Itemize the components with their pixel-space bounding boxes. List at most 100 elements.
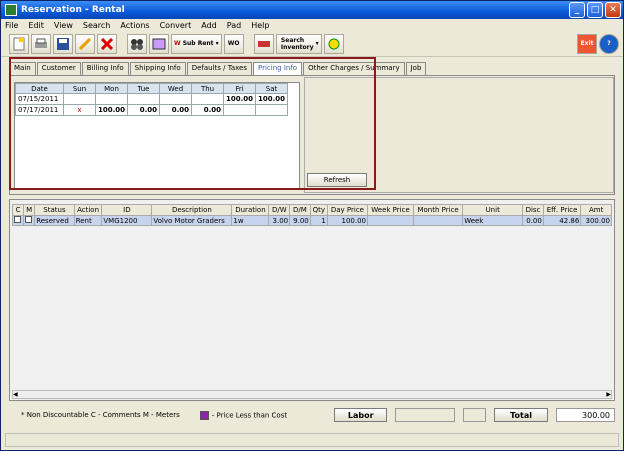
pricing-cell[interactable]: 0.00 <box>191 104 225 116</box>
title-bar: Reservation - Rental _ □ ✕ <box>1 1 623 19</box>
table-cell: 0.00 <box>522 215 544 226</box>
table-row[interactable]: Reserved Rent VMG1200 Volvo Motor Grader… <box>11 215 612 226</box>
pricing-cell[interactable]: x <box>63 104 96 116</box>
tab-main[interactable]: Main <box>9 62 36 75</box>
table-cell: 1w <box>231 215 270 226</box>
pricing-cell[interactable] <box>94 93 129 105</box>
col-header[interactable]: Action <box>73 204 103 216</box>
col-header[interactable]: Unit <box>462 204 524 216</box>
col-header[interactable]: D/W <box>268 204 291 216</box>
truck-icon[interactable] <box>253 33 274 54</box>
legend-text: * Non Discountable C - Comments M - Mete… <box>21 411 180 419</box>
col-header[interactable]: M <box>23 204 36 216</box>
pricing-table: Date Sun Mon Tue Wed Thu Fri Sat 07/15/2… <box>15 83 289 116</box>
sub-rent-button[interactable]: W Sub Rent ▾ <box>171 33 222 54</box>
tab-pricing-info[interactable]: Pricing Info <box>253 62 303 75</box>
tab-other-charges-summary[interactable]: Other Charges / Summary <box>303 62 405 75</box>
tab-customer[interactable]: Customer <box>36 62 81 75</box>
tab-shipping-info[interactable]: Shipping Info <box>129 62 186 75</box>
pricing-cell[interactable]: 07/17/2011 <box>15 104 64 116</box>
pricing-info-panel: Date Sun Mon Tue Wed Thu Fri Sat 07/15/2… <box>9 75 615 195</box>
print-icon[interactable] <box>31 33 51 54</box>
reservation-window: Reservation - Rental _ □ ✕ File Edit Vie… <box>0 0 624 451</box>
m-checkbox[interactable] <box>23 215 36 226</box>
pricing-cell[interactable] <box>159 93 193 105</box>
pricing-header-mon: Mon <box>94 83 129 94</box>
pricing-cell[interactable] <box>255 104 289 116</box>
col-header[interactable]: Disc <box>522 204 544 216</box>
c-checkbox[interactable] <box>11 215 25 226</box>
scroll-right-icon[interactable]: ▶ <box>606 391 611 398</box>
line-items-table: C M Status Action ID Description Duratio… <box>11 204 612 226</box>
menu-view[interactable]: View <box>54 21 73 30</box>
pricing-row: 07/17/2011 x 100.00 0.00 0.00 0.00 <box>15 104 289 116</box>
pricing-header-sat: Sat <box>255 83 289 94</box>
refresh-button[interactable]: Refresh <box>307 173 367 187</box>
maximize-button[interactable]: □ <box>587 2 603 18</box>
col-header[interactable]: Status <box>34 204 75 216</box>
menu-file[interactable]: File <box>5 21 18 30</box>
menu-actions[interactable]: Actions <box>120 21 149 30</box>
pricing-cell[interactable]: 0.00 <box>127 104 161 116</box>
calendar-icon[interactable] <box>149 33 169 54</box>
col-header[interactable]: Amt <box>580 204 612 216</box>
window-title: Reservation - Rental <box>21 5 125 15</box>
pricing-header-sun: Sun <box>63 83 96 94</box>
save-icon[interactable] <box>53 33 73 54</box>
col-header[interactable]: D/M <box>289 204 311 216</box>
pricing-cell[interactable] <box>63 93 96 105</box>
group-icon[interactable] <box>127 33 147 54</box>
table-cell: 9.00 <box>289 215 311 226</box>
pricing-grid: Date Sun Mon Tue Wed Thu Fri Sat 07/15/2… <box>14 82 300 190</box>
search-inventory-button[interactable]: Search Inventory ▾ <box>275 33 322 54</box>
table-cell: 3.00 <box>268 215 291 226</box>
col-header[interactable]: Qty <box>309 204 328 216</box>
col-header[interactable]: Month Price <box>413 204 464 216</box>
table-cell: 1 <box>309 215 328 226</box>
refresh-icon[interactable] <box>323 33 344 54</box>
price-less-than-cost-legend: - Price Less than Cost <box>199 410 326 420</box>
col-header[interactable]: Description <box>151 204 233 216</box>
col-header[interactable]: Day Price <box>326 204 368 216</box>
pricing-cell[interactable] <box>127 93 161 105</box>
col-header[interactable]: Eff. Price <box>542 204 582 216</box>
pricing-cell[interactable]: 07/15/2011 <box>15 93 64 105</box>
new-icon[interactable] <box>9 33 29 54</box>
total-button[interactable]: Total <box>494 408 548 422</box>
tab-billing-info[interactable]: Billing Info <box>81 62 129 75</box>
exit-icon[interactable]: Exit <box>577 33 597 54</box>
toolbar: W Sub Rent ▾ WO Search Inventory ▾ Exit … <box>1 31 623 57</box>
tab-defaults-taxes[interactable]: Defaults / Taxes <box>186 62 253 75</box>
horizontal-scrollbar[interactable]: ◀ ▶ <box>12 390 612 399</box>
close-button[interactable]: ✕ <box>605 2 621 18</box>
tab-job[interactable]: Job <box>405 62 427 75</box>
menu-edit[interactable]: Edit <box>28 21 44 30</box>
minimize-button[interactable]: _ <box>569 2 585 18</box>
col-header[interactable]: Duration <box>231 204 270 216</box>
pricing-header-tue: Tue <box>127 83 161 94</box>
labor-button[interactable]: Labor <box>334 408 388 422</box>
menu-help[interactable]: Help <box>251 21 269 30</box>
menu-convert[interactable]: Convert <box>160 21 192 30</box>
bottom-status-strip <box>5 433 619 447</box>
menu-pad[interactable]: Pad <box>227 21 241 30</box>
menu-search[interactable]: Search <box>83 21 110 30</box>
col-header[interactable]: C <box>11 204 25 216</box>
pricing-cell[interactable] <box>191 93 225 105</box>
pricing-cell[interactable]: 100.00 <box>255 93 289 105</box>
scroll-left-icon[interactable]: ◀ <box>13 391 18 398</box>
delete-icon[interactable] <box>97 33 117 54</box>
edit-icon[interactable] <box>75 33 95 54</box>
col-header[interactable]: ID <box>101 204 153 216</box>
col-header[interactable]: Week Price <box>366 204 415 216</box>
status-bar: * Non Discountable C - Comments M - Mete… <box>9 406 616 424</box>
pricing-cell[interactable]: 0.00 <box>159 104 193 116</box>
pricing-cell[interactable]: 100.00 <box>94 104 129 116</box>
menu-add[interactable]: Add <box>201 21 217 30</box>
pricing-row: 07/15/2011 100.00 100.00 <box>15 93 289 105</box>
help-icon[interactable]: ? <box>599 33 619 54</box>
pricing-cell[interactable]: 100.00 <box>223 93 257 105</box>
pricing-cell[interactable] <box>223 104 257 116</box>
wo-button[interactable]: WO <box>223 33 244 54</box>
pricing-header-fri: Fri <box>223 83 257 94</box>
